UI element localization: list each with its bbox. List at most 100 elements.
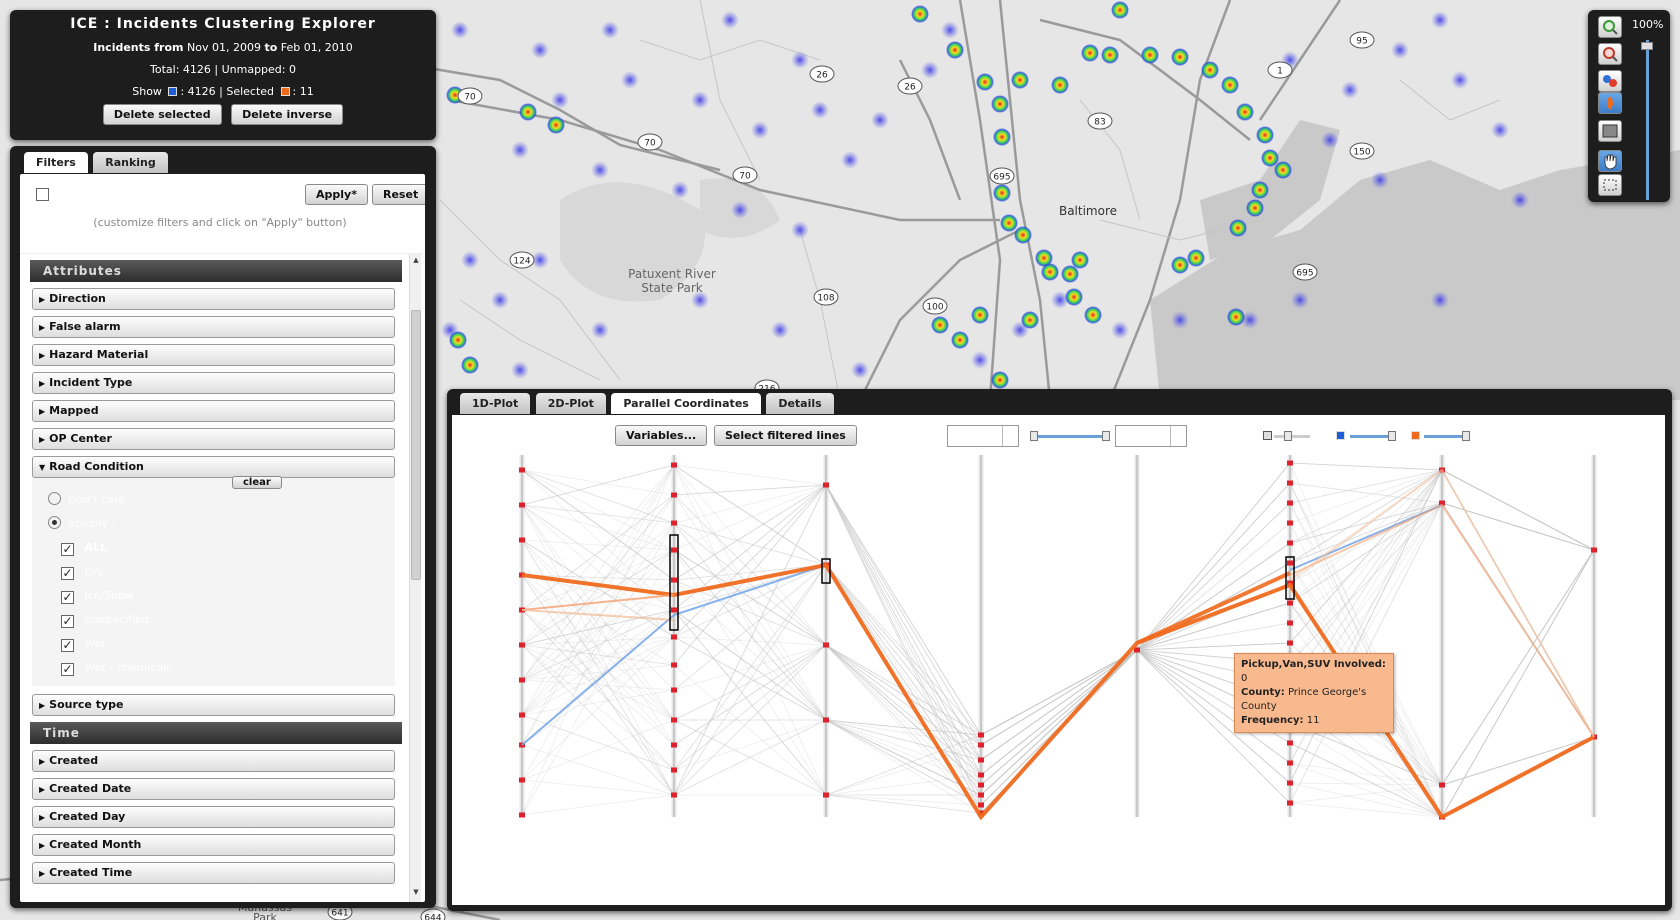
background-data-line [521,464,1595,814]
scroll-down-icon[interactable]: ▼ [411,888,421,900]
filter-direction[interactable]: ▶ Direction [32,288,395,310]
map-label-state-park: State Park [641,281,703,295]
axis-category-tick [978,757,984,763]
map-label-baltimore: Baltimore [1059,204,1117,218]
filter-panel: Filters Ranking Show Applied Filters Onl… [10,146,436,908]
filter-created[interactable]: ▶ Created [32,750,395,772]
filter-incident-type[interactable]: ▶ Incident Type [32,372,395,394]
axis-category-tick [1287,780,1293,786]
axis-category-tick [519,642,525,648]
background-data-line [521,502,1595,818]
scroll-thumb[interactable] [411,310,421,580]
option-dry[interactable]: ✓ Dry [32,560,395,584]
background-data-line [521,502,1595,786]
check-icon[interactable]: ✓ [61,567,74,580]
filter-label: Road Condition [49,460,144,473]
caret-right-icon: ▶ [39,701,46,710]
cluster-icon[interactable] [1598,70,1622,92]
background-data-line [521,469,1595,761]
option-wet-chemicals[interactable]: ✓ Wet - chemicals [32,656,395,680]
filter-op-center[interactable]: ▶ OP Center [32,428,395,450]
background-data-line [521,469,1595,786]
filter-mapped[interactable]: ▶ Mapped [32,400,395,422]
option-label: Dry [84,565,105,578]
road-condition-options: clear Don't care Specify : ✓ ALL ✓ Dry ✓… [32,476,395,686]
filter-label: Created Date [49,782,132,795]
filter-hazard-material[interactable]: ▶ Hazard Material [32,344,395,366]
option-ice-snow[interactable]: ✓ Ice/Snow [32,584,395,608]
axis-category-tick [519,467,525,473]
caret-right-icon: ▶ [39,351,46,360]
delete-selected-button[interactable]: Delete selected [102,104,222,125]
zoom-in-icon[interactable] [1598,16,1622,38]
range-prefix: Incidents from [93,41,184,54]
axis-category-tick [671,634,677,640]
box-select-icon[interactable] [1598,174,1622,196]
reset-button[interactable]: Reset [372,184,425,205]
rectangle-icon[interactable] [1598,120,1622,142]
axis-category-tick [823,482,829,488]
tab-ranking[interactable]: Ranking [93,152,168,173]
caret-right-icon: ▶ [39,869,46,878]
caret-right-icon: ▶ [39,379,46,388]
parallel-coordinates-plot[interactable] [452,415,1665,905]
option-all[interactable]: ✓ ALL [32,536,395,560]
filter-scrollbar[interactable]: ▲ ▼ [409,254,421,902]
selected-data-line[interactable] [1136,571,1291,645]
axis-category-tick [519,677,525,683]
filter-created-date[interactable]: ▶ Created Date [32,778,395,800]
show-color-swatch [168,87,178,96]
axis-category-tick [519,502,525,508]
zoom-slider-thumb[interactable] [1641,42,1653,50]
caret-right-icon: ▶ [39,785,46,794]
parallel-coordinates-view: Variables... Select filtered lines Frequ… [452,415,1665,905]
tab-1d-plot[interactable]: 1D-Plot [460,393,531,414]
tab-2d-plot[interactable]: 2D-Plot [535,393,606,414]
show-applied-checkbox[interactable] [36,188,49,201]
scroll-up-icon[interactable]: ▲ [411,256,421,268]
map-label-park: Park [253,911,277,920]
option-unspecified[interactable]: ✓ Unspecified [32,608,395,632]
svg-text:70: 70 [739,172,751,182]
pc-tooltip: Pickup,Van,SUV Involved: 0 County: Princ… [1234,653,1394,733]
check-icon[interactable]: ✓ [61,615,74,628]
road-shield: 695 [989,167,1015,185]
delete-inverse-button[interactable]: Delete inverse [231,104,344,125]
filter-source-type[interactable]: ▶ Source type [32,694,395,716]
road-shield: 26 [897,77,923,95]
check-icon[interactable]: ✓ [61,663,74,676]
tab-details[interactable]: Details [766,393,834,414]
radio-dont-care-row[interactable]: Don't care [32,488,395,512]
caret-right-icon: ▶ [39,841,46,850]
svg-text:641: 641 [331,909,348,919]
axis-category-tick [1287,500,1293,506]
check-icon[interactable]: ✓ [61,543,74,556]
clear-button[interactable]: clear [232,476,282,489]
tab-filters[interactable]: Filters [24,152,88,173]
axis-category-tick [1287,760,1293,766]
filter-false-alarm[interactable]: ▶ False alarm [32,316,395,338]
option-label: Ice/Snow [84,589,134,602]
filter-created-day[interactable]: ▶ Created Day [32,806,395,828]
pan-hand-icon[interactable] [1598,150,1622,172]
tab-parallel-coordinates[interactable]: Parallel Coordinates [611,393,761,414]
axis-category-tick [671,767,677,773]
filter-road-condition[interactable]: ▼ Road Condition [32,456,395,478]
axis-category-tick [671,492,677,498]
axis-category-tick [823,642,829,648]
filter-created-time[interactable]: ▶ Created Time [32,862,395,884]
option-wet[interactable]: ✓ Wet [32,632,395,656]
check-icon[interactable]: ✓ [61,639,74,652]
check-icon[interactable]: ✓ [61,591,74,604]
zoom-slider-track[interactable] [1646,40,1649,200]
heatmap-icon[interactable] [1598,92,1622,114]
radio-specify-row[interactable]: Specify : [32,512,395,536]
range-from: Nov 01, 2009 [187,41,261,54]
zoom-out-icon[interactable] [1598,43,1622,65]
axis-category-tick [978,802,984,808]
radio-dont-care[interactable] [48,492,61,505]
background-data-line [521,494,1595,804]
filter-created-month[interactable]: ▶ Created Month [32,834,395,856]
apply-button[interactable]: Apply* [305,184,368,205]
radio-specify[interactable] [48,516,61,529]
